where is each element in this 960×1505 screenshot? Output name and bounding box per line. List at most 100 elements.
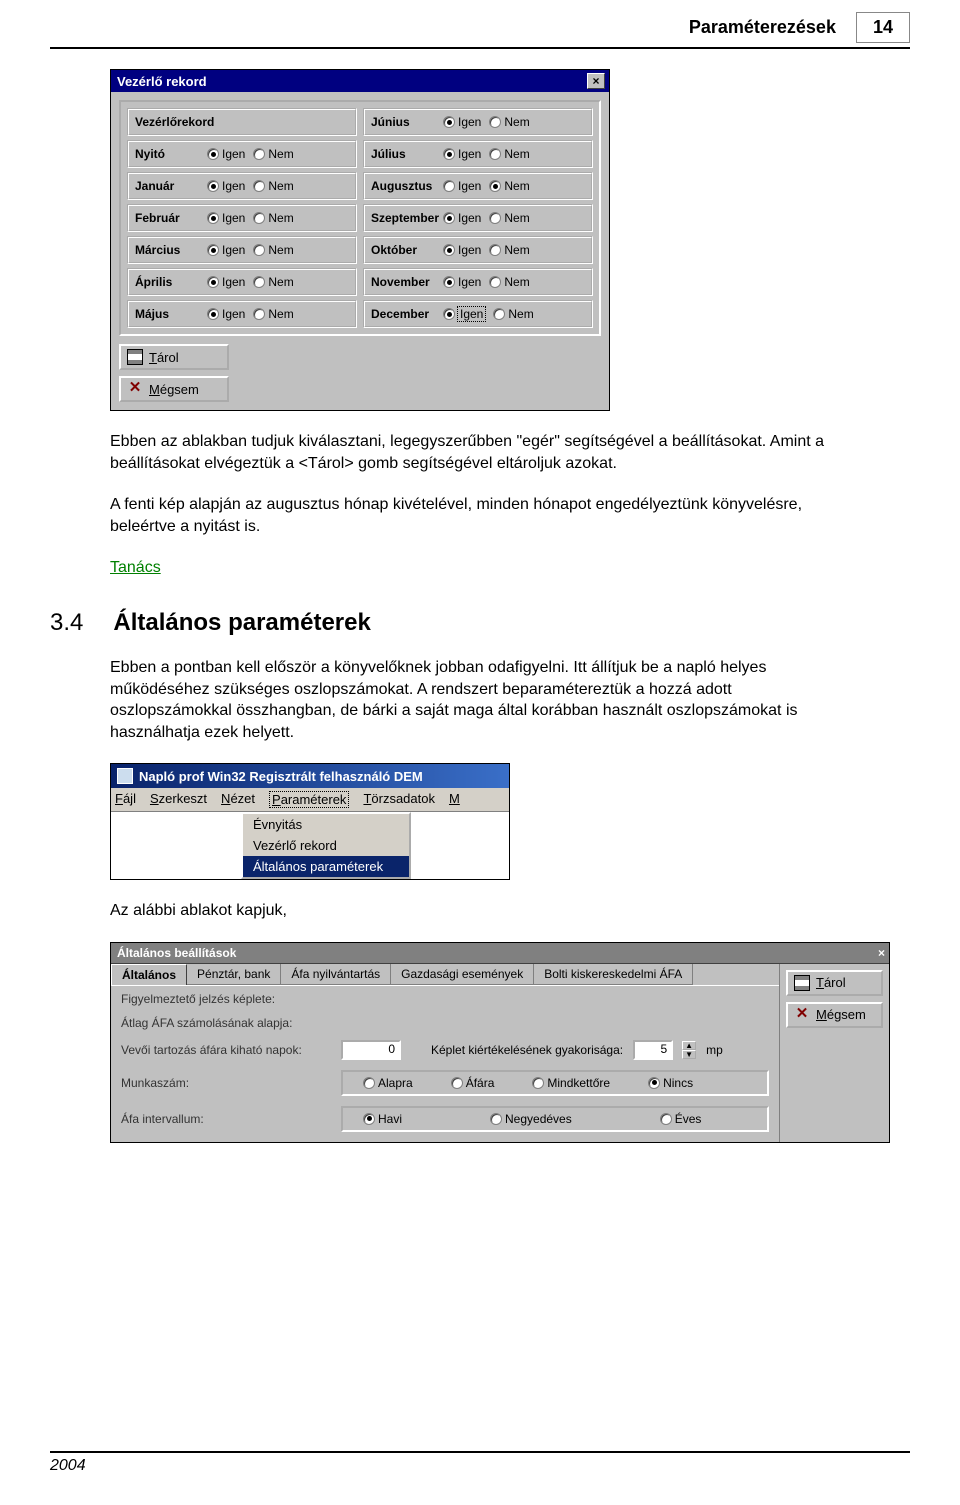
menu-item-Törzsadatok[interactable]: Törzsadatok	[363, 791, 435, 808]
tab-2[interactable]: Áfa nyilvántartás	[281, 964, 391, 985]
month-Nyitó: NyitóIgenNem	[127, 140, 357, 168]
dialog2-titlebar[interactable]: Általános beállítások ×	[111, 943, 889, 964]
month-Január: JanuárIgenNem	[127, 172, 357, 200]
app-title: Napló prof Win32 Regisztrált felhasználó…	[139, 769, 423, 784]
menu-dropdown[interactable]: ÉvnyitásVezérlő rekordÁltalános paraméte…	[241, 812, 411, 879]
radio-no[interactable]: Nem	[253, 147, 293, 161]
radio-yes[interactable]: Igen	[207, 179, 245, 193]
dialog-titlebar[interactable]: Vezérlő rekord ×	[111, 70, 609, 92]
eval-freq-spinner[interactable]: ▲▼	[682, 1041, 696, 1059]
radio-no[interactable]: Nem	[489, 275, 529, 289]
tab-strip[interactable]: ÁltalánosPénztár, bankÁfa nyilvántartásG…	[111, 964, 779, 985]
radio-yes[interactable]: Igen	[207, 147, 245, 161]
radio-yes[interactable]: Igen	[207, 243, 245, 257]
cancel-icon: ✕	[794, 1007, 810, 1023]
radio-yes[interactable]: Igen	[443, 307, 485, 321]
vat-interval-label: Áfa intervallum:	[121, 1112, 331, 1126]
menu-item-Nézet[interactable]: Nézet	[221, 791, 255, 808]
month-Június: JúniusIgenNem	[363, 108, 593, 136]
save-button-label: árol	[157, 350, 179, 365]
radio-no[interactable]: Nem	[489, 211, 529, 225]
avg-vat-base-label: Átlag ÁFA számolásának alapja:	[121, 1016, 331, 1030]
control-record-label: Vezérlőrekord	[127, 108, 357, 136]
radio-yes[interactable]: Igen	[207, 211, 245, 225]
radio-no[interactable]: Nem	[253, 307, 293, 321]
radio-no[interactable]: Nem	[489, 179, 529, 193]
section-title: Általános paraméterek	[113, 609, 370, 637]
month-December: DecemberIgenNem	[363, 300, 593, 328]
tab-4[interactable]: Bolti kiskereskedelmi ÁFA	[534, 964, 693, 985]
save-button[interactable]: Tárol	[119, 344, 229, 370]
radio-no[interactable]: Nem	[253, 179, 293, 193]
save-icon	[127, 349, 143, 365]
menu-dropdown-item-0[interactable]: Évnyitás	[243, 814, 409, 835]
menu-dropdown-item-1[interactable]: Vezérlő rekord	[243, 835, 409, 856]
menu-dropdown-item-2[interactable]: Általános paraméterek	[243, 856, 409, 877]
vatint-Havi[interactable]: Havi	[363, 1112, 402, 1126]
save-icon	[794, 975, 810, 991]
month-Április: ÁprilisIgenNem	[127, 268, 357, 296]
debt-days-input[interactable]: 0	[341, 1040, 401, 1060]
menu-item-M[interactable]: M	[449, 791, 460, 808]
dialog2-cancel-button[interactable]: ✕ Mégsem	[786, 1002, 883, 1028]
radio-no[interactable]: Nem	[489, 147, 529, 161]
radio-yes[interactable]: Igen	[443, 211, 481, 225]
workno-Alapra[interactable]: Alapra	[363, 1076, 413, 1090]
warn-formula-label: Figyelmeztető jelzés képlete:	[121, 992, 331, 1006]
month-Március: MárciusIgenNem	[127, 236, 357, 264]
month-Augusztus: AugusztusIgenNem	[363, 172, 593, 200]
menu-item-Paraméterek[interactable]: Paraméterek	[269, 791, 349, 808]
month-November: NovemberIgenNem	[363, 268, 593, 296]
footer: 2004	[50, 1451, 910, 1475]
work-number-radios[interactable]: Alapra Áfára Mindkettőre Nincs	[341, 1070, 769, 1096]
vatint-Éves[interactable]: Éves	[660, 1112, 702, 1126]
radio-yes[interactable]: Igen	[443, 115, 481, 129]
radio-no[interactable]: Nem	[489, 243, 529, 257]
paragraph-2: A fenti kép alapján az augusztus hónap k…	[110, 494, 850, 537]
menu-item-Szerkeszt[interactable]: Szerkeszt	[150, 791, 207, 808]
workno-Áfára[interactable]: Áfára	[451, 1076, 495, 1090]
app-icon	[117, 768, 133, 784]
debt-days-label: Vevői tartozás áfára kiható napok:	[121, 1043, 331, 1057]
cancel-icon: ✕	[127, 381, 143, 397]
month-Május: MájusIgenNem	[127, 300, 357, 328]
tab-0[interactable]: Általános	[111, 964, 187, 985]
month-Február: FebruárIgenNem	[127, 204, 357, 232]
app-menu-screenshot: Napló prof Win32 Regisztrált felhasználó…	[110, 763, 510, 880]
dialog2-save-button[interactable]: Tárol	[786, 970, 883, 996]
paragraph-1: Ebben az ablakban tudjuk kiválasztani, l…	[110, 431, 850, 474]
menu-item-Fájl[interactable]: Fájl	[115, 791, 136, 808]
footer-year: 2004	[50, 1457, 86, 1474]
radio-yes[interactable]: Igen	[443, 243, 481, 257]
month-Szeptember: SzeptemberIgenNem	[363, 204, 593, 232]
radio-no[interactable]: Nem	[493, 307, 533, 321]
close-icon[interactable]: ×	[587, 73, 605, 89]
cancel-button-label: égsem	[160, 382, 199, 397]
radio-yes[interactable]: Igen	[443, 147, 481, 161]
tab-1[interactable]: Pénztár, bank	[187, 964, 281, 985]
general-settings-dialog: Általános beállítások × ÁltalánosPénztár…	[110, 942, 890, 1143]
radio-no[interactable]: Nem	[253, 243, 293, 257]
workno-Nincs[interactable]: Nincs	[648, 1076, 693, 1090]
vat-interval-radios[interactable]: Havi Negyedéves Éves	[341, 1106, 769, 1132]
menu-bar[interactable]: Fájl Szerkeszt Nézet Paraméterek Törzsadatok…	[111, 788, 509, 812]
eval-freq-unit: mp	[706, 1043, 723, 1057]
radio-yes[interactable]: Igen	[207, 307, 245, 321]
dialog-title: Vezérlő rekord	[117, 74, 207, 89]
radio-no[interactable]: Nem	[253, 211, 293, 225]
workno-Mindkettőre[interactable]: Mindkettőre	[532, 1076, 610, 1090]
tip-link[interactable]: Tanács	[110, 559, 161, 576]
tab-3[interactable]: Gazdasági események	[391, 964, 534, 985]
radio-yes[interactable]: Igen	[207, 275, 245, 289]
radio-yes[interactable]: Igen	[443, 179, 481, 193]
control-record-dialog: Vezérlő rekord × VezérlőrekordJúniusIgen…	[110, 69, 610, 411]
eval-freq-input[interactable]: 5	[633, 1040, 673, 1060]
radio-no[interactable]: Nem	[489, 115, 529, 129]
close-icon[interactable]: ×	[878, 946, 885, 960]
radio-no[interactable]: Nem	[253, 275, 293, 289]
radio-yes[interactable]: Igen	[443, 275, 481, 289]
app-titlebar: Napló prof Win32 Regisztrált felhasználó…	[111, 764, 509, 788]
cancel-button[interactable]: ✕ Mégsem	[119, 376, 229, 402]
header-title: Paraméterezések	[689, 17, 836, 38]
vatint-Negyedéves[interactable]: Negyedéves	[490, 1112, 572, 1126]
